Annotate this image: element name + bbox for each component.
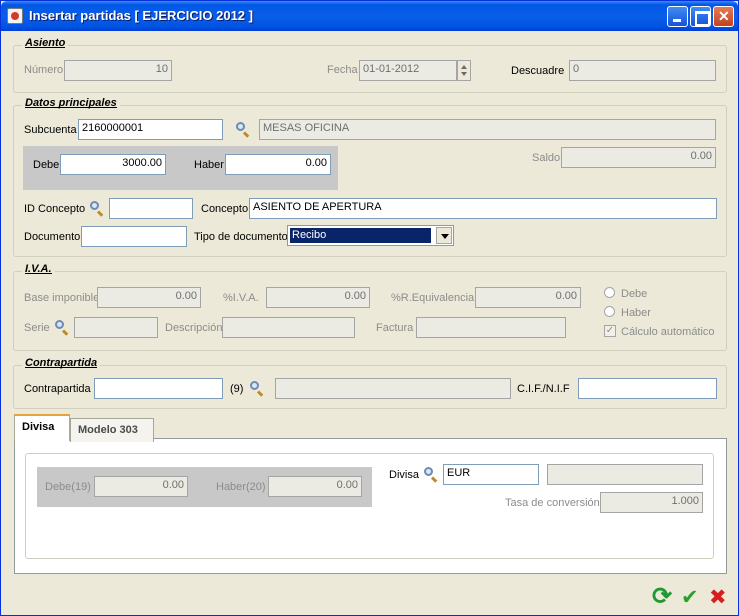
factura-field[interactable] bbox=[416, 317, 566, 338]
concepto-label: Concepto bbox=[201, 203, 249, 215]
divisa-search-icon[interactable] bbox=[423, 466, 439, 483]
subcuenta-field[interactable]: 2160000001 bbox=[78, 119, 223, 140]
concepto-search-icon[interactable] bbox=[89, 200, 105, 217]
recargo-label: %R.Equivalencia bbox=[391, 292, 475, 304]
subcuenta-label: Subcuenta bbox=[24, 124, 77, 136]
serie-field[interactable] bbox=[74, 317, 158, 338]
descripcion-label: Descripción bbox=[165, 322, 223, 334]
concepto-field[interactable]: ASIENTO DE APERTURA bbox=[249, 198, 717, 219]
divisa-haber-field[interactable]: 0.00 bbox=[268, 476, 362, 497]
descripcion-field[interactable] bbox=[222, 317, 355, 338]
tipo-documento-label: Tipo de documento bbox=[194, 231, 288, 243]
numero-field[interactable]: 10 bbox=[64, 60, 172, 81]
iva-percent-field[interactable]: 0.00 bbox=[266, 287, 370, 308]
close-window-button[interactable] bbox=[713, 6, 734, 27]
maximize-button[interactable] bbox=[690, 6, 711, 27]
haber-radio[interactable] bbox=[604, 306, 615, 317]
iva-group: I.V.A. bbox=[13, 263, 727, 351]
serie-label: Serie bbox=[24, 322, 50, 334]
subcuenta-description-field[interactable]: MESAS OFICINA bbox=[259, 119, 716, 140]
datos-legend: Datos principales bbox=[22, 97, 120, 109]
iva-percent-label: %I.V.A. bbox=[223, 292, 259, 304]
divisa-haber-label: Haber(20) bbox=[216, 481, 266, 493]
tipo-documento-value: Recibo bbox=[290, 228, 431, 243]
haber-label: Haber bbox=[194, 159, 224, 171]
chevron-down-icon[interactable] bbox=[436, 227, 452, 244]
divisa-debe-field[interactable]: 0.00 bbox=[94, 476, 188, 497]
tasa-conversion-field[interactable]: 1.000 bbox=[600, 492, 703, 513]
haber-field[interactable]: 0.00 bbox=[225, 154, 331, 175]
refresh-icon[interactable] bbox=[651, 582, 675, 611]
contrapartida-description-field[interactable] bbox=[275, 378, 511, 399]
debe-radio-label: Debe bbox=[621, 288, 648, 300]
tab-modelo-303[interactable]: Modelo 303 bbox=[70, 418, 154, 442]
contrapartida-search-icon[interactable] bbox=[249, 380, 265, 397]
haber-radio-label: Haber bbox=[621, 307, 651, 319]
recargo-field[interactable]: 0.00 bbox=[475, 287, 581, 308]
debe-field[interactable]: 3000.00 bbox=[60, 154, 166, 175]
subcuenta-search-icon[interactable] bbox=[235, 121, 251, 138]
base-imponible-label: Base imponible bbox=[24, 292, 100, 304]
factura-label: Factura bbox=[376, 322, 414, 334]
id-concepto-field[interactable] bbox=[109, 198, 193, 219]
cif-label: C.I.F./N.I.F bbox=[517, 383, 570, 395]
fecha-label: Fecha bbox=[327, 64, 358, 76]
cif-field[interactable] bbox=[578, 378, 717, 399]
numero-label: Número bbox=[24, 64, 64, 76]
title-bar[interactable]: Insertar partidas [ EJERCICIO 2012 ] bbox=[1, 1, 738, 31]
divisa-label: Divisa bbox=[389, 469, 419, 481]
asiento-legend: Asiento bbox=[22, 37, 69, 49]
close-icon[interactable] bbox=[707, 585, 731, 610]
debe-label: Debe bbox=[33, 159, 60, 171]
dialog-window: Insertar partidas [ EJERCICIO 2012 ] Asi… bbox=[0, 0, 739, 616]
divisa-description-field[interactable] bbox=[547, 464, 703, 485]
id-concepto-label: ID Concepto bbox=[24, 203, 86, 215]
minimize-button[interactable] bbox=[667, 6, 688, 27]
serie-search-icon[interactable] bbox=[54, 319, 70, 336]
divisa-debe-label: Debe(19) bbox=[45, 481, 91, 493]
window-title: Insertar partidas [ EJERCICIO 2012 ] bbox=[29, 8, 253, 23]
fecha-field[interactable]: 01-01-2012 bbox=[359, 60, 457, 81]
check-icon[interactable] bbox=[679, 585, 703, 610]
descuadre-field[interactable]: 0 bbox=[569, 60, 716, 81]
contrapartida-count: (9) bbox=[230, 383, 244, 395]
documento-label: Documento bbox=[24, 231, 81, 243]
tipo-documento-select[interactable]: Recibo bbox=[287, 225, 454, 246]
calculo-automatico-checkbox[interactable]: ✓ bbox=[604, 325, 616, 337]
debe-radio[interactable] bbox=[604, 287, 615, 298]
base-imponible-field[interactable]: 0.00 bbox=[97, 287, 201, 308]
saldo-label: Saldo bbox=[532, 152, 561, 164]
contrapartida-label: Contrapartida bbox=[24, 383, 91, 395]
divisa-field[interactable]: EUR bbox=[443, 464, 539, 485]
contrapartida-field[interactable] bbox=[94, 378, 223, 399]
iva-legend: I.V.A. bbox=[22, 263, 55, 275]
fecha-spinner[interactable] bbox=[457, 60, 471, 81]
documento-field[interactable] bbox=[81, 226, 187, 247]
tab-divisa[interactable]: Divisa bbox=[14, 414, 70, 441]
calculo-automatico-label: Cálculo automático bbox=[621, 326, 715, 338]
contrapartida-legend: Contrapartida bbox=[22, 357, 101, 369]
tasa-conversion-label: Tasa de conversión bbox=[505, 497, 600, 509]
descuadre-label: Descuadre bbox=[511, 65, 565, 77]
app-icon bbox=[7, 8, 23, 24]
saldo-field[interactable]: 0.00 bbox=[561, 147, 716, 168]
